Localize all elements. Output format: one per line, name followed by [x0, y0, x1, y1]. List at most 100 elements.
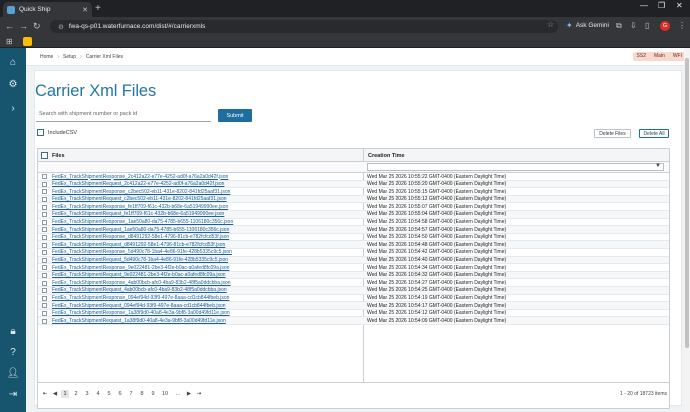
row-checkbox[interactable] [42, 273, 47, 279]
select-all-checkbox[interactable] [41, 152, 48, 159]
breadcrumb-setup[interactable]: Setup [63, 54, 76, 60]
row-checkbox[interactable] [42, 303, 47, 309]
settings-icon[interactable]: ⚙ [0, 78, 26, 92]
tab-title: Quick Ship [19, 6, 51, 13]
row-checkbox[interactable] [42, 197, 47, 203]
browser-tab[interactable]: Quick Ship ✕ [3, 2, 92, 17]
table-row: FedEx_TrackShipmentRequest_9e022481-2be3… [38, 271, 669, 280]
browser-menu-icon[interactable]: ⋮ [678, 20, 686, 32]
row-checkbox[interactable] [42, 280, 47, 286]
bookmark-star-icon[interactable]: ☆ [547, 20, 554, 29]
table-row: FedEx_TrackShipmentRequest_1a38f9d0-40a8… [38, 317, 669, 325]
address-bar[interactable]: ⚙ fwa-qs-p01.waterfurnace.com/dist/#/car… [50, 20, 558, 33]
row-checkbox[interactable] [42, 235, 47, 241]
first-page-icon[interactable]: ⇤ [41, 390, 49, 398]
download-icon[interactable]: ⇩ [630, 20, 637, 32]
filter-icon[interactable]: ▼ [655, 163, 661, 169]
page-button-6[interactable]: 6 [116, 390, 124, 398]
user-icon[interactable]: 👤︎ [0, 367, 26, 381]
side-panel-icon[interactable]: ▯ [645, 20, 649, 32]
profile-avatar[interactable]: G [660, 21, 670, 31]
column-header-creation-time[interactable]: Creation Time [368, 153, 405, 159]
file-link[interactable]: FedEx_TrackShipmentRequest_1ae50a80-da75… [52, 227, 229, 233]
file-link[interactable]: FedEx_TrackShipmentResponse_1a38f9d0-40a… [52, 310, 230, 316]
row-checkbox[interactable] [42, 204, 47, 210]
file-link[interactable]: FedEx_TrackShipmentRequest_094ef94d-93f9… [52, 303, 226, 309]
file-link[interactable]: FedEx_TrackShipmentRequest_d8491292-58e1… [52, 242, 225, 248]
forward-icon[interactable]: → [19, 20, 28, 32]
page-button-5[interactable]: 5 [105, 390, 113, 398]
file-link[interactable]: FedEx_TrackShipmentResponse_9e022481-2be… [52, 265, 229, 271]
file-link[interactable]: FedEx_TrackShipmentRequest_4ab00bcb-afc0… [52, 287, 227, 293]
row-checkbox[interactable] [42, 174, 47, 180]
close-window-icon[interactable]: ✕ [676, 1, 683, 10]
row-checkbox[interactable] [42, 295, 47, 301]
row-checkbox[interactable] [42, 212, 47, 218]
include-csv-checkbox[interactable] [37, 129, 44, 136]
row-checkbox[interactable] [42, 288, 47, 294]
chevron-right-icon[interactable]: › [0, 102, 26, 116]
page-button-8[interactable]: 8 [138, 390, 146, 398]
row-checkbox[interactable] [42, 257, 47, 263]
more-pages-icon[interactable]: … [174, 390, 182, 398]
search-input[interactable] [36, 106, 211, 122]
file-link[interactable]: FedEx_TrackShipmentResponse_d8491292-58e… [52, 234, 229, 240]
pager: ⇤ ◀ 1 2 3 4 5 6 7 8 9 10 … ▶ ⇥ 1 - 20 of… [38, 382, 669, 408]
new-tab-icon[interactable]: + [95, 2, 101, 15]
site-info-icon[interactable]: ⚙ [58, 23, 64, 31]
page-button-1[interactable]: 1 [61, 390, 69, 398]
help-icon[interactable]: ? [0, 346, 26, 360]
last-page-icon[interactable]: ⇥ [195, 390, 203, 398]
file-link[interactable]: FedEx_TrackShipmentRequest_9e022481-2be3… [52, 272, 226, 278]
row-checkbox[interactable] [42, 310, 47, 316]
file-link[interactable]: FedEx_TrackShipmentResponse_1ae50a80-da7… [52, 219, 233, 225]
file-link[interactable]: FedEx_TrackShipmentResponse_fe1ff709-f61… [52, 204, 228, 210]
file-link[interactable]: FedEx_TrackShipmentRequest_2c412a22-e77e… [52, 181, 224, 187]
file-link[interactable]: FedEx_TrackShipmentRequest_1a38f9d0-40a8… [52, 318, 226, 324]
row-checkbox[interactable] [42, 227, 47, 233]
file-link[interactable]: FedEx_TrackShipmentRequest_fe1ff709-f61c… [52, 211, 224, 217]
reload-icon[interactable]: ↻ [33, 20, 41, 32]
close-tab-icon[interactable]: ✕ [82, 6, 88, 14]
row-checkbox[interactable] [42, 181, 47, 187]
row-checkbox[interactable] [42, 242, 47, 248]
maximize-icon[interactable]: ❐ [658, 1, 665, 10]
logout-icon[interactable]: ⇥ [0, 388, 26, 402]
page-button-9[interactable]: 9 [149, 390, 157, 398]
page-button-2[interactable]: 2 [72, 390, 80, 398]
column-header-files[interactable]: Files [52, 153, 65, 159]
minimize-icon[interactable]: — [640, 1, 648, 10]
next-page-icon[interactable]: ▶ [185, 390, 193, 398]
page-button-4[interactable]: 4 [94, 390, 102, 398]
prev-page-icon[interactable]: ◀ [51, 390, 59, 398]
creation-time-filter-input[interactable]: ▼ [367, 163, 664, 171]
page-button-10[interactable]: 10 [160, 390, 170, 398]
delete-files-button[interactable]: Delete Files [594, 129, 631, 138]
file-link[interactable]: FedEx_TrackShipmentRequest_c2bec502-eb11… [52, 196, 227, 202]
ask-gemini-button[interactable]: ✦ Ask Gemini [566, 21, 609, 30]
page-button-3[interactable]: 3 [83, 390, 91, 398]
file-link[interactable]: FedEx_TrackShipmentRequest_5d490c78-1ba4… [52, 257, 228, 263]
row-checkbox[interactable] [42, 219, 47, 225]
page-button-7[interactable]: 7 [127, 390, 135, 398]
bookmark-item-icon[interactable] [23, 37, 32, 46]
home-icon[interactable]: ⌂ [0, 56, 26, 70]
page-scrollbar-thumb[interactable] [685, 58, 689, 348]
file-link[interactable]: FedEx_TrackShipmentResponse_4ab00bcb-afc… [52, 280, 231, 286]
file-link[interactable]: FedEx_TrackShipmentResponse_c2bec502-eb1… [52, 189, 230, 195]
extensions-icon[interactable]: ⧉ [616, 20, 622, 32]
row-checkbox[interactable] [42, 318, 47, 324]
lock-icon[interactable]: 🔒︎ [0, 325, 26, 339]
breadcrumb-home[interactable]: Home [40, 54, 53, 60]
delete-all-button[interactable]: Delete All [639, 129, 669, 138]
include-csv-toggle[interactable]: IncludeCSV [37, 129, 77, 136]
row-checkbox[interactable] [42, 189, 47, 195]
back-icon[interactable]: ← [5, 20, 14, 32]
apps-grid-icon[interactable]: ⊞ [6, 37, 13, 46]
submit-button[interactable]: Submit [218, 109, 252, 122]
row-checkbox[interactable] [42, 250, 47, 256]
file-link[interactable]: FedEx_TrackShipmentResponse_2c412a22-e77… [52, 174, 228, 180]
file-link[interactable]: FedEx_TrackShipmentResponse_094ef94d-93f… [52, 295, 229, 301]
row-checkbox[interactable] [42, 265, 47, 271]
file-link[interactable]: FedEx_TrackShipmentResponse_5d490c78-1ba… [52, 249, 232, 255]
